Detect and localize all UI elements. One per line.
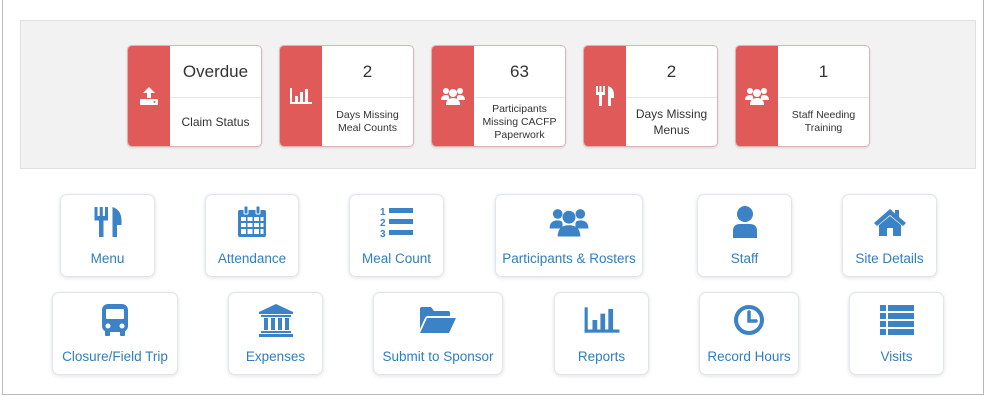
stat-label: Days Missing Meal Counts <box>336 109 399 134</box>
visits-button[interactable]: Visits <box>849 292 944 375</box>
visits-label: Visits <box>880 349 913 364</box>
svg-text:3: 3 <box>380 229 386 240</box>
summary-panel: Overdue Claim Status 2 Days Missing Meal… <box>20 20 976 169</box>
numbered-list-icon: 1 2 3 <box>350 204 443 240</box>
bar-chart-icon <box>280 46 322 146</box>
list-icon <box>850 302 943 338</box>
stat-value: 63 <box>474 46 565 98</box>
participants-rosters-label: Participants & Rosters <box>502 251 636 266</box>
bus-icon <box>53 302 177 338</box>
users-icon <box>432 46 474 146</box>
attendance-button[interactable]: Attendance <box>205 194 299 277</box>
bank-icon <box>229 302 322 338</box>
site-details-button[interactable]: Site Details <box>842 194 937 277</box>
submit-to-sponsor-label: Submit to Sponsor <box>382 349 494 364</box>
stat-label: Claim Status <box>181 115 250 129</box>
stat-card-missing-menus[interactable]: 2 Days Missing Menus <box>583 45 718 147</box>
folder-open-icon <box>374 302 502 338</box>
site-details-label: Site Details <box>855 251 924 266</box>
staff-label: Staff <box>730 251 759 266</box>
stat-card-staff-needing-training[interactable]: 1 Staff Needing Training <box>735 45 870 147</box>
utensils-icon <box>61 204 154 240</box>
stat-card-missing-meal-counts[interactable]: 2 Days Missing Meal Counts <box>279 45 414 147</box>
menu-button[interactable]: Menu <box>60 194 155 277</box>
stat-value: 2 <box>322 46 413 98</box>
expenses-label: Expenses <box>245 349 306 364</box>
staff-button[interactable]: Staff <box>697 194 792 277</box>
stat-value: 1 <box>778 46 869 98</box>
expenses-button[interactable]: Expenses <box>228 292 323 375</box>
attendance-label: Attendance <box>217 251 287 266</box>
record-hours-label: Record Hours <box>707 349 791 364</box>
svg-text:2: 2 <box>380 218 386 229</box>
closure-field-trip-button[interactable]: Closure/Field Trip <box>52 292 178 375</box>
clock-icon <box>700 302 798 338</box>
user-icon <box>698 204 791 240</box>
bar-chart-icon <box>555 302 648 338</box>
stat-card-claim-status[interactable]: Overdue Claim Status <box>127 45 262 147</box>
participants-rosters-button[interactable]: Participants & Rosters <box>495 194 643 277</box>
stat-label: Staff Needing Training <box>791 109 856 134</box>
stat-card-participants-missing-paperwork[interactable]: 63 Participants Missing CACFP Paperwork <box>431 45 566 147</box>
stat-label: Days Missing Menus <box>635 107 708 137</box>
upload-icon <box>128 46 170 146</box>
menu-label: Menu <box>90 251 125 266</box>
meal-count-button[interactable]: 1 2 3 Meal Count <box>349 194 444 277</box>
record-hours-button[interactable]: Record Hours <box>699 292 799 375</box>
calendar-icon <box>206 204 298 240</box>
utensils-icon <box>584 46 626 146</box>
stat-label: Participants Missing CACFP Paperwork <box>482 102 557 141</box>
stat-value: Overdue <box>170 46 261 98</box>
users-icon <box>736 46 778 146</box>
submit-to-sponsor-button[interactable]: Submit to Sponsor <box>373 292 503 375</box>
closure-field-trip-label: Closure/Field Trip <box>62 349 168 364</box>
reports-label: Reports <box>577 349 626 364</box>
meal-count-label: Meal Count <box>361 251 432 266</box>
reports-button[interactable]: Reports <box>554 292 649 375</box>
users-icon <box>496 204 642 240</box>
svg-text:1: 1 <box>380 207 386 218</box>
stat-value: 2 <box>626 46 717 98</box>
home-icon <box>843 204 936 240</box>
